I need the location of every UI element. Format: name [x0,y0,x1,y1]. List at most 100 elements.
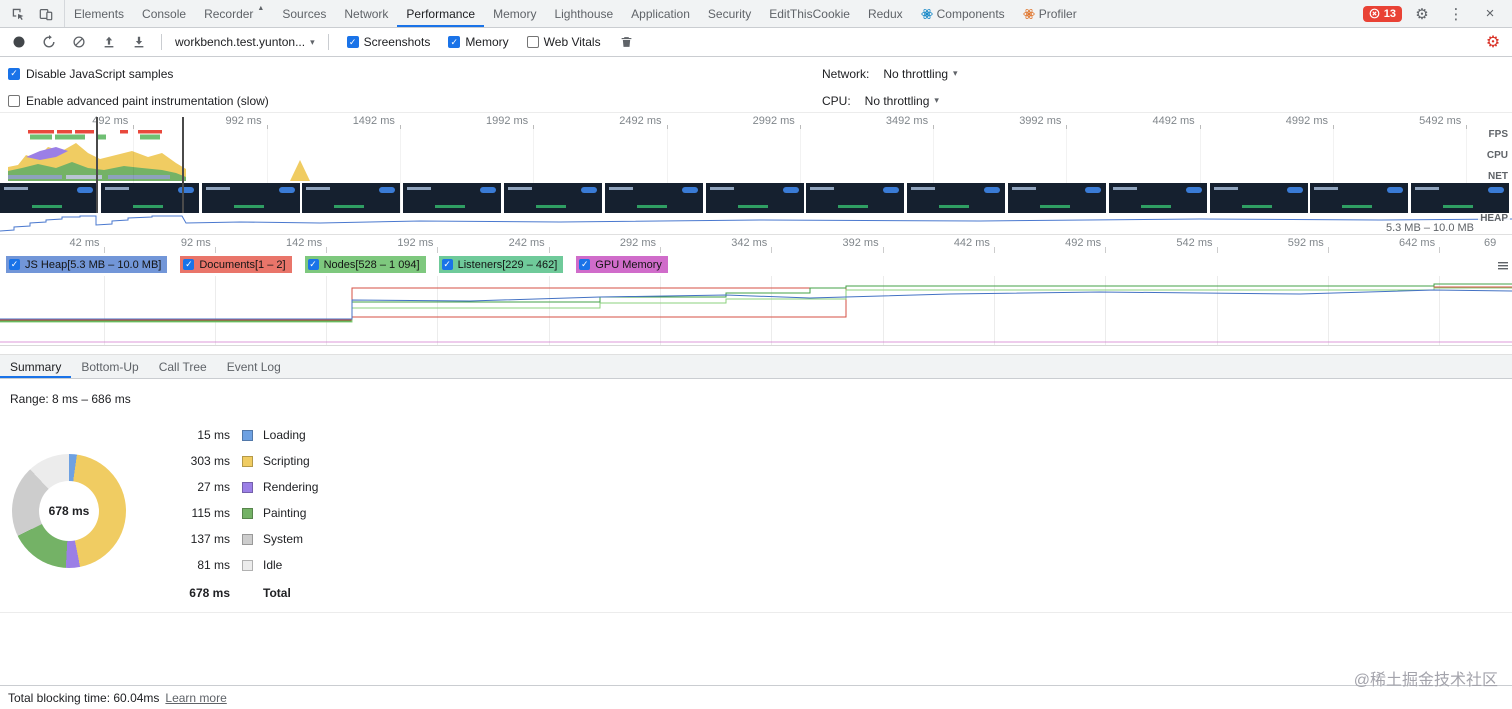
device-toolbar-button[interactable] [32,1,60,27]
legend-row-total: 678 ms Total [164,580,318,606]
tab-redux[interactable]: Redux [859,0,912,27]
filmstrip-thumbnail[interactable] [403,183,502,213]
ruler-tick [133,125,135,129]
network-label: Network: [822,66,870,81]
filmstrip-thumbnail[interactable] [1108,183,1207,213]
checkbox[interactable] [307,259,319,270]
counter-js-heap[interactable]: JS Heap[5.3 MB – 10.0 MB] [6,256,168,273]
legend-time: 27 ms [197,480,230,494]
target-select-value: workbench.test.yunton... [175,35,306,49]
tab-lighthouse[interactable]: Lighthouse [545,0,622,27]
ruler-label: 92 ms [180,237,211,249]
checkbox[interactable] [448,36,461,48]
network-throttling-select[interactable]: No throttling ▾ [879,67,961,81]
tab-event-log[interactable]: Event Log [217,355,291,378]
capture-settings-button[interactable]: ⚙ [1480,30,1506,54]
tab-profiler[interactable]: Profiler [1014,0,1086,27]
memory-chart[interactable] [0,276,1512,346]
tab-elements[interactable]: Elements [65,0,133,27]
filmstrip-thumbnail[interactable] [806,183,905,213]
error-badge[interactable]: 13 [1362,5,1402,22]
tab-summary[interactable]: Summary [0,355,71,378]
inspect-element-button[interactable] [4,1,32,27]
filmstrip-thumbnail[interactable] [0,183,98,213]
tab-call-tree[interactable]: Call Tree [149,355,217,378]
filmstrip-thumbnail[interactable] [1008,183,1106,213]
counter-nodes[interactable]: Nodes[528 – 1 094] [304,256,426,273]
toggle-web-vitals[interactable]: Web Vitals [526,35,601,49]
inspect-cursor-icon [12,8,24,20]
lane-label-cpu: CPU [1484,150,1510,162]
close-button[interactable]: × [1476,1,1504,27]
overflow-menu-icon[interactable] [1498,259,1508,273]
tab-components[interactable]: Components [912,0,1014,27]
counter-label: Listeners[229 – 462] [457,258,558,271]
checkbox[interactable] [579,259,591,270]
toggle-screenshots[interactable]: Screenshots [346,35,430,49]
settings-gear-icon[interactable]: ⚙ [1408,1,1436,27]
tab-recorder[interactable]: Recorder ▲ [195,0,273,27]
tab-application[interactable]: Application [622,0,699,27]
legend-swatch [242,481,253,493]
tab-sources[interactable]: Sources [273,0,335,27]
learn-more-link[interactable]: Learn more [165,691,226,705]
ruler-label: 3992 ms [1019,115,1062,127]
setting-disable-javascript-samples[interactable]: Disable JavaScript samples [8,60,269,87]
reload-and-record-button[interactable] [36,30,62,54]
legend-swatch [242,507,253,519]
legend-label: System [263,532,304,546]
ruler-tick [399,125,401,129]
network-throttle-row: Network: No throttling ▾ [822,60,962,87]
record-button[interactable] [6,30,32,54]
window-left-handle[interactable] [96,117,98,213]
cpu-throttling-select[interactable]: No throttling ▾ [861,94,943,108]
toggle-label: Memory [465,35,509,49]
toggle-memory[interactable]: Memory [448,35,509,49]
garbage-collect-button[interactable] [614,30,640,54]
load-profile-button[interactable] [96,30,122,54]
legend-row: 137 ms System [164,526,318,552]
divider [0,612,1512,613]
window-right-handle[interactable] [182,117,184,213]
legend-time: 15 ms [197,428,230,442]
tab-bottom-up[interactable]: Bottom-Up [71,355,148,378]
checkbox[interactable] [526,36,539,48]
more-options-button[interactable]: ⋮ [1442,1,1470,27]
counter-gpu-memory[interactable]: GPU Memory [576,256,668,273]
counter-toggles: JS Heap[5.3 MB – 10.0 MB] Documents[1 – 2… [0,253,1512,276]
tab-performance[interactable]: Performance [397,0,484,27]
legend-label: Scripting [263,454,310,468]
filmstrip-thumbnail[interactable] [100,183,199,213]
filmstrip-thumbnail[interactable] [504,183,602,213]
ruler-label: 492 ms [1065,237,1102,249]
timeline-overview[interactable]: HEAP 5.3 MB – 10.0 MB 492 ms 992 ms 1492 m… [0,112,1512,235]
filmstrip-thumbnail[interactable] [201,183,300,213]
target-select[interactable]: workbench.test.yunton... ▾ [171,35,319,49]
setting-enable-advanced-paint[interactable]: Enable advanced paint instrumentation (s… [8,87,269,114]
filmstrip-thumbnail[interactable] [1209,183,1308,213]
checkbox[interactable] [8,94,20,107]
tab-editthiscookie[interactable]: EditThisCookie [760,0,859,27]
filmstrip-thumbnail[interactable] [604,183,703,213]
tab-network[interactable]: Network [335,0,397,27]
counter-documents[interactable]: Documents[1 – 2] [180,256,292,273]
checkbox[interactable] [346,36,359,48]
tab-console[interactable]: Console [133,0,195,27]
checkbox[interactable] [441,259,453,270]
checkbox[interactable] [9,259,20,270]
ruler-label: 3492 ms [885,115,929,127]
checkbox[interactable] [183,259,195,270]
tab-security[interactable]: Security [699,0,760,27]
filmstrip-thumbnail[interactable] [1310,183,1409,213]
tab-memory[interactable]: Memory [484,0,545,27]
checkbox[interactable] [8,67,20,80]
clear-button[interactable] [66,30,92,54]
filmstrip-thumbnail[interactable] [907,183,1006,213]
filmstrip-thumbnail[interactable] [1411,183,1510,213]
tab-label: Components [936,6,1005,21]
memory-counters-graph [0,283,1512,343]
save-profile-button[interactable] [126,30,152,54]
counter-listeners[interactable]: Listeners[229 – 462] [438,256,564,273]
filmstrip-thumbnail[interactable] [705,183,804,213]
filmstrip-thumbnail[interactable] [302,183,401,213]
